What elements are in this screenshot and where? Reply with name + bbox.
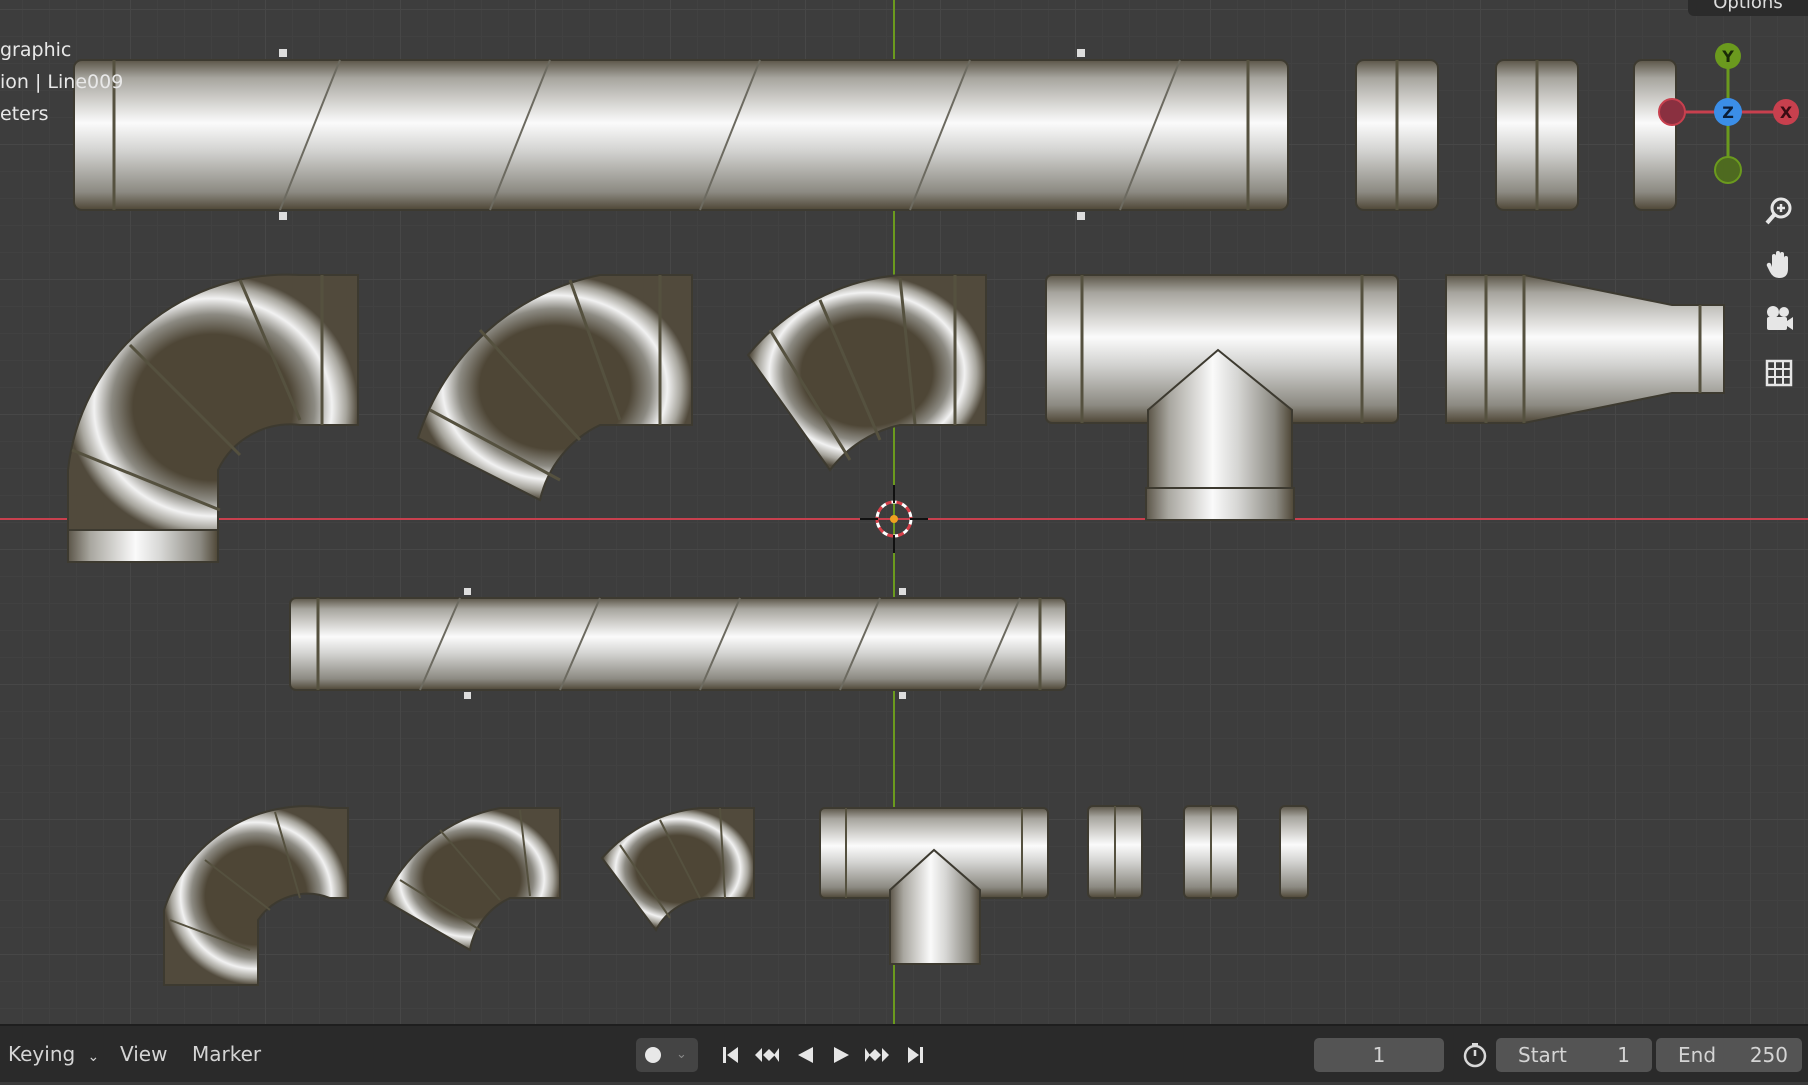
coupling-small-2 <box>1183 805 1239 899</box>
navigation-gizmo[interactable]: Y Z X <box>1650 36 1800 186</box>
play-reverse-icon <box>798 1047 813 1063</box>
elbow-90-small <box>163 805 349 986</box>
coupling-2 <box>1495 59 1579 211</box>
ortho-toggle-button[interactable] <box>1757 351 1801 395</box>
elbow-60-small <box>382 807 561 952</box>
y-axis-label: Y <box>1721 47 1734 66</box>
chevron-down-icon: ⌄ <box>676 1047 687 1062</box>
spiral-pipe-medium <box>289 588 1067 699</box>
elbow-60 <box>416 274 693 502</box>
chevron-down-icon: ⌄ <box>87 1049 100 1065</box>
pan-button[interactable] <box>1757 243 1801 287</box>
auto-keying-toggle[interactable]: ⌄ <box>636 1038 698 1072</box>
viewport-info: graphic ion | Line009 eters <box>0 34 123 130</box>
play-icon <box>834 1047 849 1063</box>
units-line: eters <box>0 103 49 125</box>
prev-keyframe-icon <box>755 1048 779 1062</box>
reducer <box>1445 274 1725 424</box>
z-axis-label: Z <box>1722 103 1734 122</box>
elbow-45 <box>746 274 987 472</box>
keying-menu[interactable]: Keying ⌄ <box>8 1026 99 1082</box>
end-frame-field[interactable]: End 250 <box>1656 1038 1802 1072</box>
3d-cursor <box>860 485 928 553</box>
collection-line: ion | Line009 <box>0 71 124 93</box>
coupling-small-3 <box>1279 805 1309 899</box>
view-name-line: graphic <box>0 39 72 61</box>
x-axis-label: X <box>1780 103 1793 122</box>
neg-y-handle <box>1714 156 1742 184</box>
elbow-45-small <box>600 807 755 932</box>
record-icon <box>645 1047 661 1063</box>
options-button[interactable]: Options <box>1688 0 1808 16</box>
3d-viewport[interactable]: graphic ion | Line009 eters Options Y Z … <box>0 0 1808 1024</box>
view-menu[interactable]: View <box>120 1026 167 1082</box>
jump-to-end-button[interactable] <box>900 1040 930 1070</box>
coupling-1 <box>1355 59 1439 211</box>
marker-menu[interactable]: Marker <box>192 1026 261 1082</box>
jump-end-icon <box>908 1047 923 1063</box>
prev-keyframe-button[interactable] <box>752 1040 782 1070</box>
camera-view-button[interactable] <box>1757 297 1801 341</box>
timeline-header: Keying ⌄ View Marker ⌄ 1 Start 1 End 250 <box>0 1024 1808 1082</box>
next-keyframe-icon <box>865 1048 889 1062</box>
grid-icon <box>1765 359 1793 387</box>
jump-start-icon <box>723 1047 738 1063</box>
start-frame-field[interactable]: Start 1 <box>1496 1038 1652 1072</box>
neg-x-handle <box>1658 98 1686 126</box>
stopwatch-icon <box>1463 1043 1487 1068</box>
current-frame-field[interactable]: 1 <box>1314 1038 1444 1072</box>
next-keyframe-button[interactable] <box>862 1040 892 1070</box>
tee-large <box>1045 274 1399 521</box>
camera-icon <box>1767 306 1793 330</box>
zoom-icon <box>1765 197 1792 225</box>
coupling-small-1 <box>1087 805 1143 899</box>
scene-objects[interactable] <box>0 0 1808 1024</box>
spiral-pipe-long <box>73 49 1289 220</box>
hand-icon <box>1766 251 1788 278</box>
zoom-button[interactable] <box>1757 189 1801 233</box>
jump-to-start-button[interactable] <box>716 1040 746 1070</box>
play-reverse-button[interactable] <box>790 1040 820 1070</box>
tee-small <box>819 807 1049 965</box>
preview-range-button[interactable] <box>1458 1038 1492 1072</box>
play-button[interactable] <box>826 1040 856 1070</box>
